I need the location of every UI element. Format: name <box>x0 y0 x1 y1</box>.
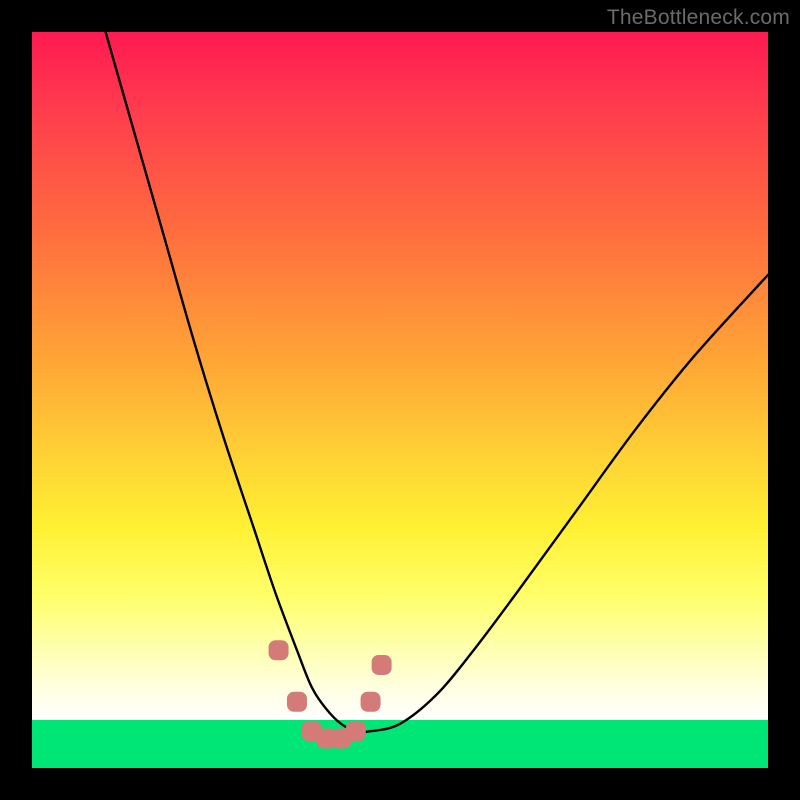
marker-dot <box>287 692 307 712</box>
watermark-text: TheBottleneck.com <box>607 6 790 30</box>
optimal-range-markers <box>269 640 392 748</box>
plot-area <box>32 32 768 768</box>
marker-dot <box>372 655 392 675</box>
bottleneck-curve <box>106 32 768 732</box>
marker-dot <box>269 640 289 660</box>
chart-frame: TheBottleneck.com <box>0 0 800 800</box>
curve-path <box>106 32 768 732</box>
curve-layer <box>32 32 768 768</box>
marker-dot <box>346 721 366 741</box>
marker-dot <box>361 692 381 712</box>
